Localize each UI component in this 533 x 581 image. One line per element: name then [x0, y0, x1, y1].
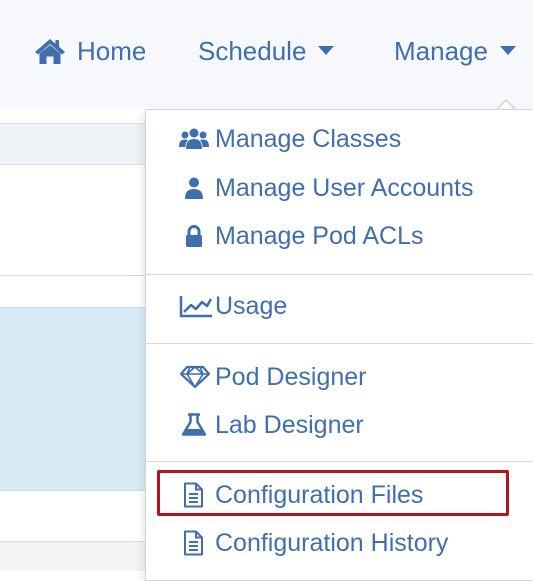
menu-divider	[146, 343, 533, 344]
nav-home-label: Home	[77, 35, 147, 66]
menu-divider	[146, 274, 533, 275]
nav-home-link[interactable]: Home	[33, 34, 146, 68]
flask-icon	[179, 413, 215, 437]
menu-item-label: Manage Pod ACLs	[215, 221, 424, 250]
menu-item-pod-designer[interactable]: Pod Designer	[179, 358, 366, 396]
menu-item-configuration-history[interactable]: Configuration History	[179, 524, 448, 562]
nav-schedule-label: Schedule	[198, 35, 307, 66]
menu-item-manage-pod-acls[interactable]: Manage Pod ACLs	[179, 217, 423, 255]
diamond-icon	[179, 365, 215, 389]
menu-divider	[146, 461, 533, 462]
menu-item-lab-designer[interactable]: Lab Designer	[179, 406, 364, 444]
nav-schedule-dropdown[interactable]: Schedule	[198, 34, 335, 68]
menu-item-usage[interactable]: Usage	[179, 287, 287, 325]
menu-item-label: Manage Classes	[215, 124, 402, 153]
menu-item-label: Configuration History	[215, 528, 449, 557]
menu-item-label: Pod Designer	[215, 362, 367, 391]
menu-item-manage-classes[interactable]: Manage Classes	[179, 120, 401, 158]
lock-icon	[179, 225, 215, 247]
file-text-icon	[179, 530, 215, 556]
nav-manage-label: Manage	[394, 35, 488, 66]
home-icon	[33, 37, 67, 65]
nav-manage-dropdown[interactable]: Manage	[394, 34, 516, 68]
top-navbar: Home Schedule Manage	[0, 0, 533, 107]
menu-item-label: Lab Designer	[215, 410, 364, 439]
caret-down-icon	[318, 46, 335, 56]
menu-item-label: Usage	[215, 291, 288, 320]
user-icon	[179, 177, 215, 199]
line-chart-icon	[179, 294, 215, 318]
menu-item-label: Manage User Accounts	[215, 173, 474, 202]
menu-item-manage-user-accounts[interactable]: Manage User Accounts	[179, 169, 473, 207]
users-icon	[179, 128, 215, 150]
caret-down-icon	[499, 46, 516, 56]
highlight-box	[157, 470, 509, 516]
